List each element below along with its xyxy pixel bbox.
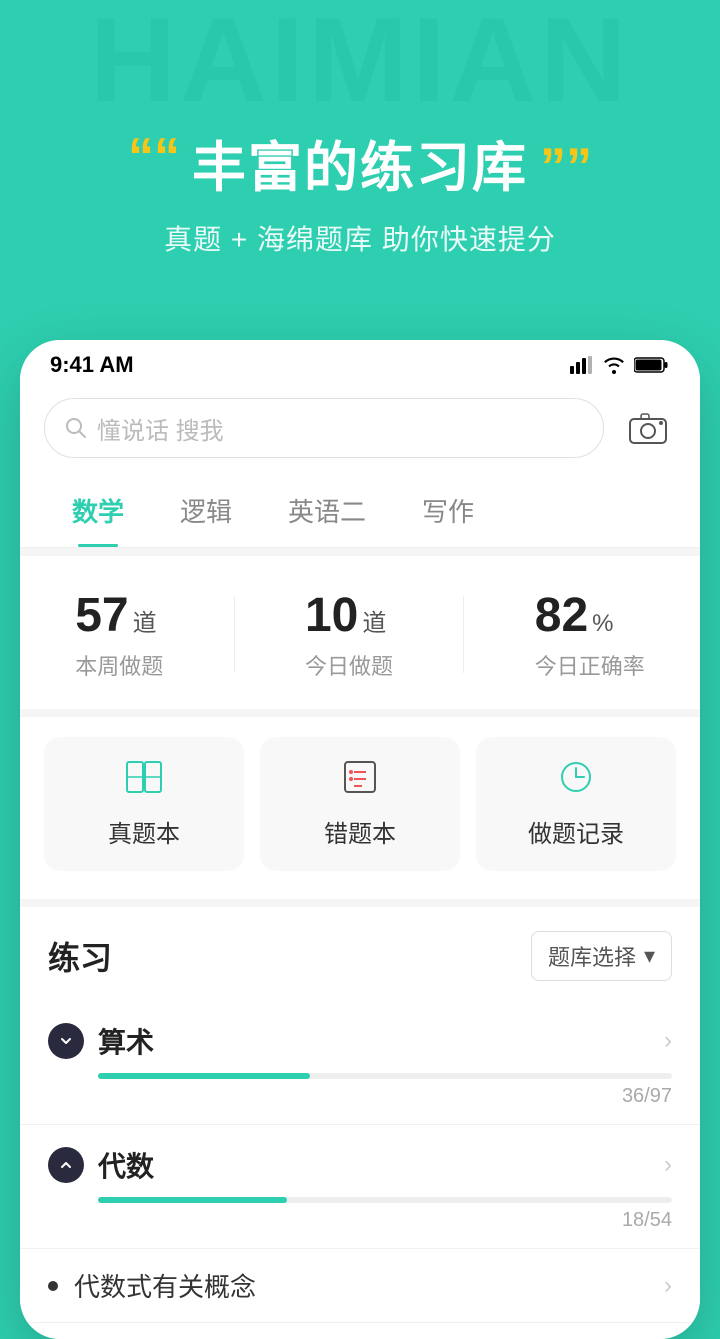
chapter-algebra-arrow: › [664, 1151, 672, 1179]
banner-deco: HAIMIAN [0, 0, 720, 120]
bank-selector-label: 题库选择 [548, 940, 636, 972]
chapter-algebra-progress: 18/54 [98, 1197, 672, 1232]
status-bar: 9:41 AM [20, 340, 700, 386]
stats-section: 57 道 本周做题 10 道 今日做题 82 % 今日正确率 [20, 556, 700, 709]
status-icons [570, 356, 670, 374]
status-time: 9:41 AM [50, 352, 134, 378]
action-real-questions[interactable]: 真题本 [44, 737, 244, 871]
chapter-algebra-header: 代数 › [48, 1145, 672, 1185]
wrong-book-icon [340, 759, 380, 804]
tab-writing[interactable]: 写作 [394, 474, 502, 547]
quote-left: ““ [128, 131, 180, 183]
practice-title: 练习 [48, 933, 112, 979]
bank-selector[interactable]: 题库选择 ▾ [531, 931, 672, 981]
search-box[interactable]: 憧说话 搜我 [44, 398, 604, 458]
stat-accuracy-number: 82 % [535, 588, 645, 643]
wifi-icon [602, 356, 626, 374]
search-area: 憧说话 搜我 [20, 386, 700, 474]
practice-header-section: 练习 题库选择 ▾ [20, 907, 700, 1001]
banner-title: ““ 丰富的练习库 ”” [128, 123, 592, 202]
chapter-list: 算术 › 36/97 代数 › [20, 1001, 700, 1339]
chapter-arithmetic-header: 算术 › [48, 1021, 672, 1061]
progress-bar-bg-arithmetic [98, 1073, 672, 1079]
tabs-bar: 数学 逻辑 英语二 写作 [20, 474, 700, 548]
tab-math[interactable]: 数学 [44, 474, 152, 547]
chapter-arithmetic-toggle[interactable] [48, 1023, 84, 1059]
banner-subtitle: 真题 + 海绵题库 助你快速提分 [164, 218, 556, 258]
progress-text-arithmetic: 36/97 [98, 1085, 672, 1108]
sub-item-algebra-concept[interactable]: 代数式有关概念 › [20, 1249, 700, 1323]
progress-bar-fill-arithmetic [98, 1073, 310, 1079]
book-icon [124, 759, 164, 804]
clock-icon [556, 759, 596, 804]
stat-daily: 10 道 今日做题 [305, 588, 393, 681]
stat-weekly: 57 道 本周做题 [75, 588, 163, 681]
camera-icon [628, 411, 668, 445]
stat-divider-2 [463, 596, 464, 673]
search-icon [65, 417, 87, 439]
stat-accuracy: 82 % 今日正确率 [535, 588, 645, 681]
banner-deco-text: HAIMIAN [89, 0, 630, 129]
chapter-algebra-name: 代数 [98, 1145, 650, 1185]
chapter-arithmetic-arrow: › [664, 1027, 672, 1055]
action-real-label: 真题本 [108, 814, 180, 849]
quick-actions: 真题本 错题本 [20, 717, 700, 899]
stat-divider-1 [234, 596, 235, 673]
progress-bar-fill-algebra [98, 1197, 287, 1203]
chapter-algebra-toggle[interactable] [48, 1147, 84, 1183]
banner-main-text: 丰富的练习库 [192, 123, 528, 202]
practice-header: 练习 题库选择 ▾ [48, 931, 672, 981]
quote-right: ”” [540, 141, 592, 193]
search-placeholder: 憧说话 搜我 [97, 411, 224, 446]
tab-english[interactable]: 英语二 [260, 474, 394, 547]
chapter-arithmetic-progress: 36/97 [98, 1073, 672, 1108]
chapter-arithmetic: 算术 › 36/97 [20, 1001, 700, 1125]
action-wrong-label: 错题本 [324, 814, 396, 849]
chapter-algebra: 代数 › 18/54 [20, 1125, 700, 1249]
action-history-label: 做题记录 [528, 814, 624, 849]
stat-weekly-number: 57 道 [75, 588, 163, 643]
action-wrong-questions[interactable]: 错题本 [260, 737, 460, 871]
sub-arrow-icon: › [664, 1272, 672, 1300]
action-history[interactable]: 做题记录 [476, 737, 676, 871]
sub-bullet [48, 1281, 58, 1291]
tab-logic[interactable]: 逻辑 [152, 474, 260, 547]
camera-button[interactable] [620, 400, 676, 456]
sub-label-algebra-concept: 代数式有关概念 [74, 1267, 664, 1304]
battery-icon [634, 356, 670, 374]
stat-daily-number: 10 道 [305, 588, 393, 643]
signal-icon [570, 356, 594, 374]
progress-bar-bg-algebra [98, 1197, 672, 1203]
phone-mockup: 9:41 AM [20, 340, 700, 1339]
progress-text-algebra: 18/54 [98, 1209, 672, 1232]
chapter-arithmetic-name: 算术 [98, 1021, 650, 1061]
banner-section: HAIMIAN ““ 丰富的练习库 ”” 真题 + 海绵题库 助你快速提分 [0, 0, 720, 340]
chevron-down-icon: ▾ [644, 943, 655, 969]
